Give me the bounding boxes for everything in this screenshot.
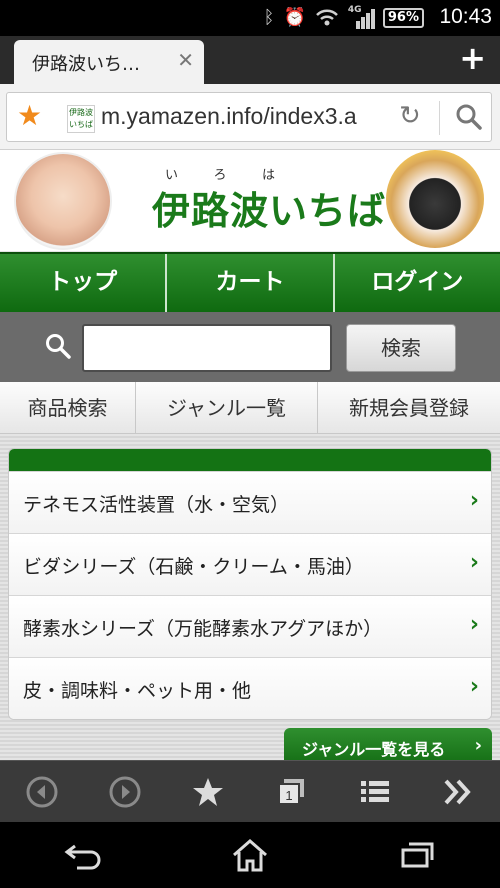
list-item[interactable]: ビダシリーズ（石鹸・クリーム・馬油） ›	[9, 533, 491, 595]
tab-title: 伊路波いち…	[32, 54, 140, 75]
bluetooth-icon: ᛒ	[263, 7, 275, 28]
clock: 10:43	[439, 5, 492, 28]
nav-top[interactable]: トップ	[0, 254, 168, 312]
search-strip: 検索	[0, 312, 500, 382]
genre-label: 酵素水シリーズ（万能酵素水アグアほか）	[23, 618, 383, 640]
list-menu-icon	[360, 780, 389, 802]
tabs-button[interactable]: 1	[272, 772, 312, 812]
main-nav: トップ カート ログイン	[0, 252, 500, 312]
recent-apps-icon[interactable]	[397, 840, 437, 870]
status-bar: ᛒ ⏰ 4G 96% 10:43	[0, 0, 500, 36]
genre-list: テネモス活性装置（水・空気） › ビダシリーズ（石鹸・クリーム・馬油） › 酵素…	[8, 448, 492, 720]
genre-list-header	[9, 449, 491, 471]
list-item[interactable]: 皮・調味料・ペット用・他 ›	[9, 657, 491, 719]
star-icon	[193, 777, 224, 806]
search-icon[interactable]	[453, 101, 485, 133]
forward-icon	[109, 776, 141, 807]
chevron-right-icon: ›	[469, 488, 479, 513]
chevron-right-icon: ›	[474, 735, 482, 756]
chevron-right-icon: ›	[469, 612, 479, 637]
search-input[interactable]	[82, 324, 332, 372]
view-genres-label: ジャンル一覧を見る	[302, 740, 446, 759]
more-button[interactable]	[438, 772, 478, 812]
nav-login[interactable]: ログイン	[334, 254, 500, 312]
sub-nav: 商品検索 ジャンル一覧 新規会員登録	[0, 382, 500, 434]
site-favicon: 伊路波いちば	[67, 105, 95, 133]
genre-list-link[interactable]: ジャンル一覧	[136, 382, 318, 433]
dog-avatar	[386, 150, 484, 248]
genre-label: ビダシリーズ（石鹸・クリーム・馬油）	[23, 556, 364, 578]
system-nav-bar	[0, 822, 500, 888]
nav-cart[interactable]: カート	[167, 254, 335, 312]
chevron-right-icon: ›	[469, 674, 479, 699]
site-logo-title[interactable]: 伊路波いちば	[152, 180, 386, 235]
register-link[interactable]: 新規会員登録	[318, 382, 500, 433]
chevron-right-icon: ›	[469, 550, 479, 575]
url-divider	[439, 101, 440, 135]
svg-text:1: 1	[285, 788, 292, 803]
signal-icon: 4G	[347, 5, 375, 29]
wifi-icon	[315, 9, 338, 26]
alarm-clock-icon: ⏰	[283, 7, 306, 28]
content-area: テネモス活性装置（水・空気） › ビダシリーズ（石鹸・クリーム・馬油） › 酵素…	[0, 434, 500, 760]
home-icon[interactable]	[230, 837, 270, 873]
browser-tab[interactable]: 伊路波いち… ✕	[14, 40, 204, 84]
bookmarks-button[interactable]	[188, 772, 228, 812]
browser-toolbar: 1	[0, 760, 500, 822]
tabs-count-icon: 1	[277, 778, 304, 805]
url-field[interactable]: m.yamazen.info/index3.a	[101, 103, 391, 130]
search-icon	[46, 334, 71, 359]
product-search-link[interactable]: 商品検索	[0, 382, 136, 433]
bookmark-star-icon[interactable]: ★	[17, 99, 42, 132]
menu-button[interactable]	[355, 772, 395, 812]
tab-strip: 伊路波いち… ✕ +	[0, 36, 500, 84]
list-item[interactable]: 酵素水シリーズ（万能酵素水アグアほか） ›	[9, 595, 491, 657]
search-button[interactable]: 検索	[346, 324, 456, 372]
battery-indicator: 96%	[382, 8, 424, 28]
system-back-icon[interactable]	[63, 840, 103, 870]
address-bar: ★ 伊路波いちば m.yamazen.info/index3.a ↻	[0, 84, 500, 150]
baby-avatar	[14, 152, 112, 250]
site-header: い ろ は 伊路波いちば	[0, 150, 500, 252]
close-tab-icon[interactable]: ✕	[177, 48, 194, 72]
url-box[interactable]: ★ 伊路波いちば m.yamazen.info/index3.a ↻	[6, 92, 492, 142]
network-type: 4G	[347, 5, 362, 15]
forward-button[interactable]	[105, 772, 145, 812]
double-chevron-right-icon	[444, 779, 471, 804]
back-button[interactable]	[22, 772, 62, 812]
new-tab-icon[interactable]: +	[459, 42, 486, 74]
view-genres-button[interactable]: ジャンル一覧を見る ›	[284, 728, 492, 760]
genre-label: 皮・調味料・ペット用・他	[23, 680, 252, 702]
back-icon	[26, 776, 58, 807]
genre-label: テネモス活性装置（水・空気）	[23, 494, 290, 516]
reload-icon[interactable]: ↻	[399, 101, 421, 131]
list-item[interactable]: テネモス活性装置（水・空気） ›	[9, 471, 491, 533]
